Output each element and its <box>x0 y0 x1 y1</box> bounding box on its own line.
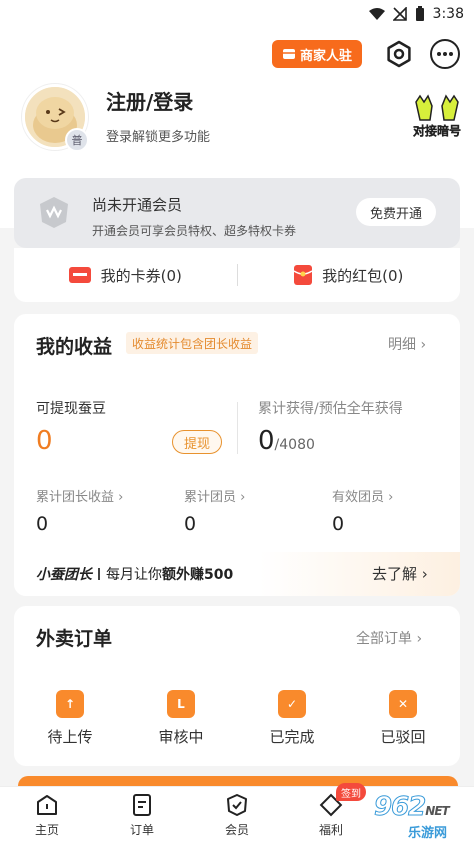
coupon-icon <box>68 267 91 283</box>
income-tag: 收益统计包含团长收益 <box>126 332 259 354</box>
chevron-right-icon: › <box>421 565 428 583</box>
orders-icon <box>133 793 151 816</box>
vip-title: 尚未开通会员 <box>92 196 183 214</box>
stat-label-text: 累计团员 <box>184 490 237 505</box>
team-leader-learn-more[interactable]: 去了解 › <box>372 563 428 584</box>
separator <box>98 568 100 580</box>
income-title: 我的收益 <box>36 336 113 358</box>
free-activate-button[interactable]: 免费开通 <box>356 198 436 226</box>
watermark-net: NET <box>425 804 449 818</box>
income-stat-team-members[interactable]: 累计团员 › 0 <box>184 486 245 535</box>
my-coupons-button[interactable]: 我的卡券(0) <box>14 265 237 286</box>
team-leader-text: 小蚕团长 每月让你额外赚500 <box>36 564 233 584</box>
team-leader-brand: 小蚕团长 <box>36 567 92 583</box>
merchant-join-button[interactable]: 商家人驻 <box>272 40 362 68</box>
chevron-right-icon: › <box>416 631 423 647</box>
watermark-logo: 962NET 乐游网 <box>346 792 470 842</box>
cumulative-label: 累计获得/预估全年获得 <box>258 401 403 417</box>
chevron-right-icon: › <box>420 337 427 353</box>
income-detail-link[interactable]: 明细 › <box>388 334 426 354</box>
wallet-row: 我的卡券(0) 我的红包(0) <box>14 248 460 302</box>
income-divider <box>237 402 238 454</box>
withdrawable-value: 0 <box>36 426 53 456</box>
team-leader-text-prefix: 每月让你 <box>106 567 162 583</box>
login-subtitle: 登录解锁更多功能 <box>106 130 211 145</box>
watermark-sub: 乐游网 <box>408 826 448 841</box>
red-packet-icon <box>294 265 313 285</box>
stat-label: 累计团员 › <box>184 486 245 505</box>
tab-label: 主页 <box>34 822 59 837</box>
message-button[interactable] <box>430 39 460 69</box>
stat-label: 有效团员 › <box>332 486 393 505</box>
settings-icon <box>387 40 411 68</box>
cumulative-value: 0 <box>258 426 275 456</box>
chevron-right-icon: › <box>240 490 246 505</box>
order-status-label: 审核中 <box>158 728 204 746</box>
shop-icon <box>282 49 295 59</box>
chevron-right-icon: › <box>388 490 394 505</box>
login-register-link[interactable]: 注册/登录 <box>106 86 193 115</box>
cumulative-total: /4080 <box>274 437 315 453</box>
stat-value: 0 <box>36 513 49 535</box>
home-icon <box>37 794 57 815</box>
tab-membership[interactable]: 会员 <box>202 787 272 842</box>
my-redpacket-label: 我的红包(0) <box>322 266 404 285</box>
status-bar: 3:38 <box>0 0 474 28</box>
withdrawable-label: 可提现蚕豆 <box>36 401 106 417</box>
clock-icon: L <box>167 690 195 718</box>
all-orders-link[interactable]: 全部订单 › <box>356 628 422 648</box>
message-icon <box>437 52 453 56</box>
my-redpacket-button[interactable]: 我的红包(0) <box>238 265 461 286</box>
withdraw-button[interactable]: 提现 <box>172 430 222 454</box>
order-status-label: 已驳回 <box>380 728 426 746</box>
team-leader-text-bold: 额外赚500 <box>162 567 234 583</box>
stat-label-text: 累计团长收益 <box>36 490 115 505</box>
team-leader-learn-more-label: 去了解 <box>372 565 418 583</box>
check-icon: ✓ <box>278 690 306 718</box>
tab-label: 福利 <box>318 822 343 837</box>
member-level-badge: 普 <box>65 128 89 152</box>
cumulative-value-group: 0 /4080 <box>258 426 315 456</box>
watermark-digits: 962 <box>373 792 426 823</box>
chevron-right-icon: › <box>118 490 124 505</box>
stat-label: 累计团长收益 › <box>36 486 123 505</box>
income-detail-label: 明细 <box>388 337 416 353</box>
vip-shield-icon <box>40 197 68 228</box>
income-stat-active-members[interactable]: 有效团员 › 0 <box>332 486 393 535</box>
stat-value: 0 <box>332 513 345 535</box>
wifi-icon <box>368 8 385 20</box>
orders-title: 外卖订单 <box>36 628 113 650</box>
shield-check-icon <box>227 793 247 816</box>
stat-value: 0 <box>184 513 197 535</box>
upload-icon: ↑ <box>56 690 84 718</box>
watermark-text: 962NET <box>373 792 449 823</box>
settings-button[interactable] <box>383 38 415 70</box>
promo-code-sticker[interactable]: 对接暗号 <box>406 92 468 144</box>
tab-home[interactable]: 主页 <box>12 787 82 842</box>
status-time: 3:38 <box>432 6 464 22</box>
promo-code-label: 对接暗号 <box>412 124 461 138</box>
order-status-label: 待上传 <box>47 728 93 746</box>
no-signal-icon <box>392 7 407 21</box>
battery-icon <box>415 6 424 21</box>
all-orders-label: 全部订单 <box>356 631 412 647</box>
tab-orders[interactable]: 订单 <box>107 787 177 842</box>
income-stat-team-earnings[interactable]: 累计团长收益 › 0 <box>36 486 123 535</box>
tab-label: 会员 <box>224 822 249 837</box>
merchant-join-label: 商家人驻 <box>299 48 352 64</box>
hands-icon <box>415 94 459 121</box>
order-status-label: 已完成 <box>269 728 315 746</box>
tab-label: 订单 <box>129 822 154 837</box>
my-coupons-label: 我的卡券(0) <box>100 266 182 285</box>
stat-label-text: 有效团员 <box>332 490 385 505</box>
close-icon: ✕ <box>389 690 417 718</box>
vip-subtitle: 开通会员可享会员特权、超多特权卡券 <box>92 224 297 238</box>
